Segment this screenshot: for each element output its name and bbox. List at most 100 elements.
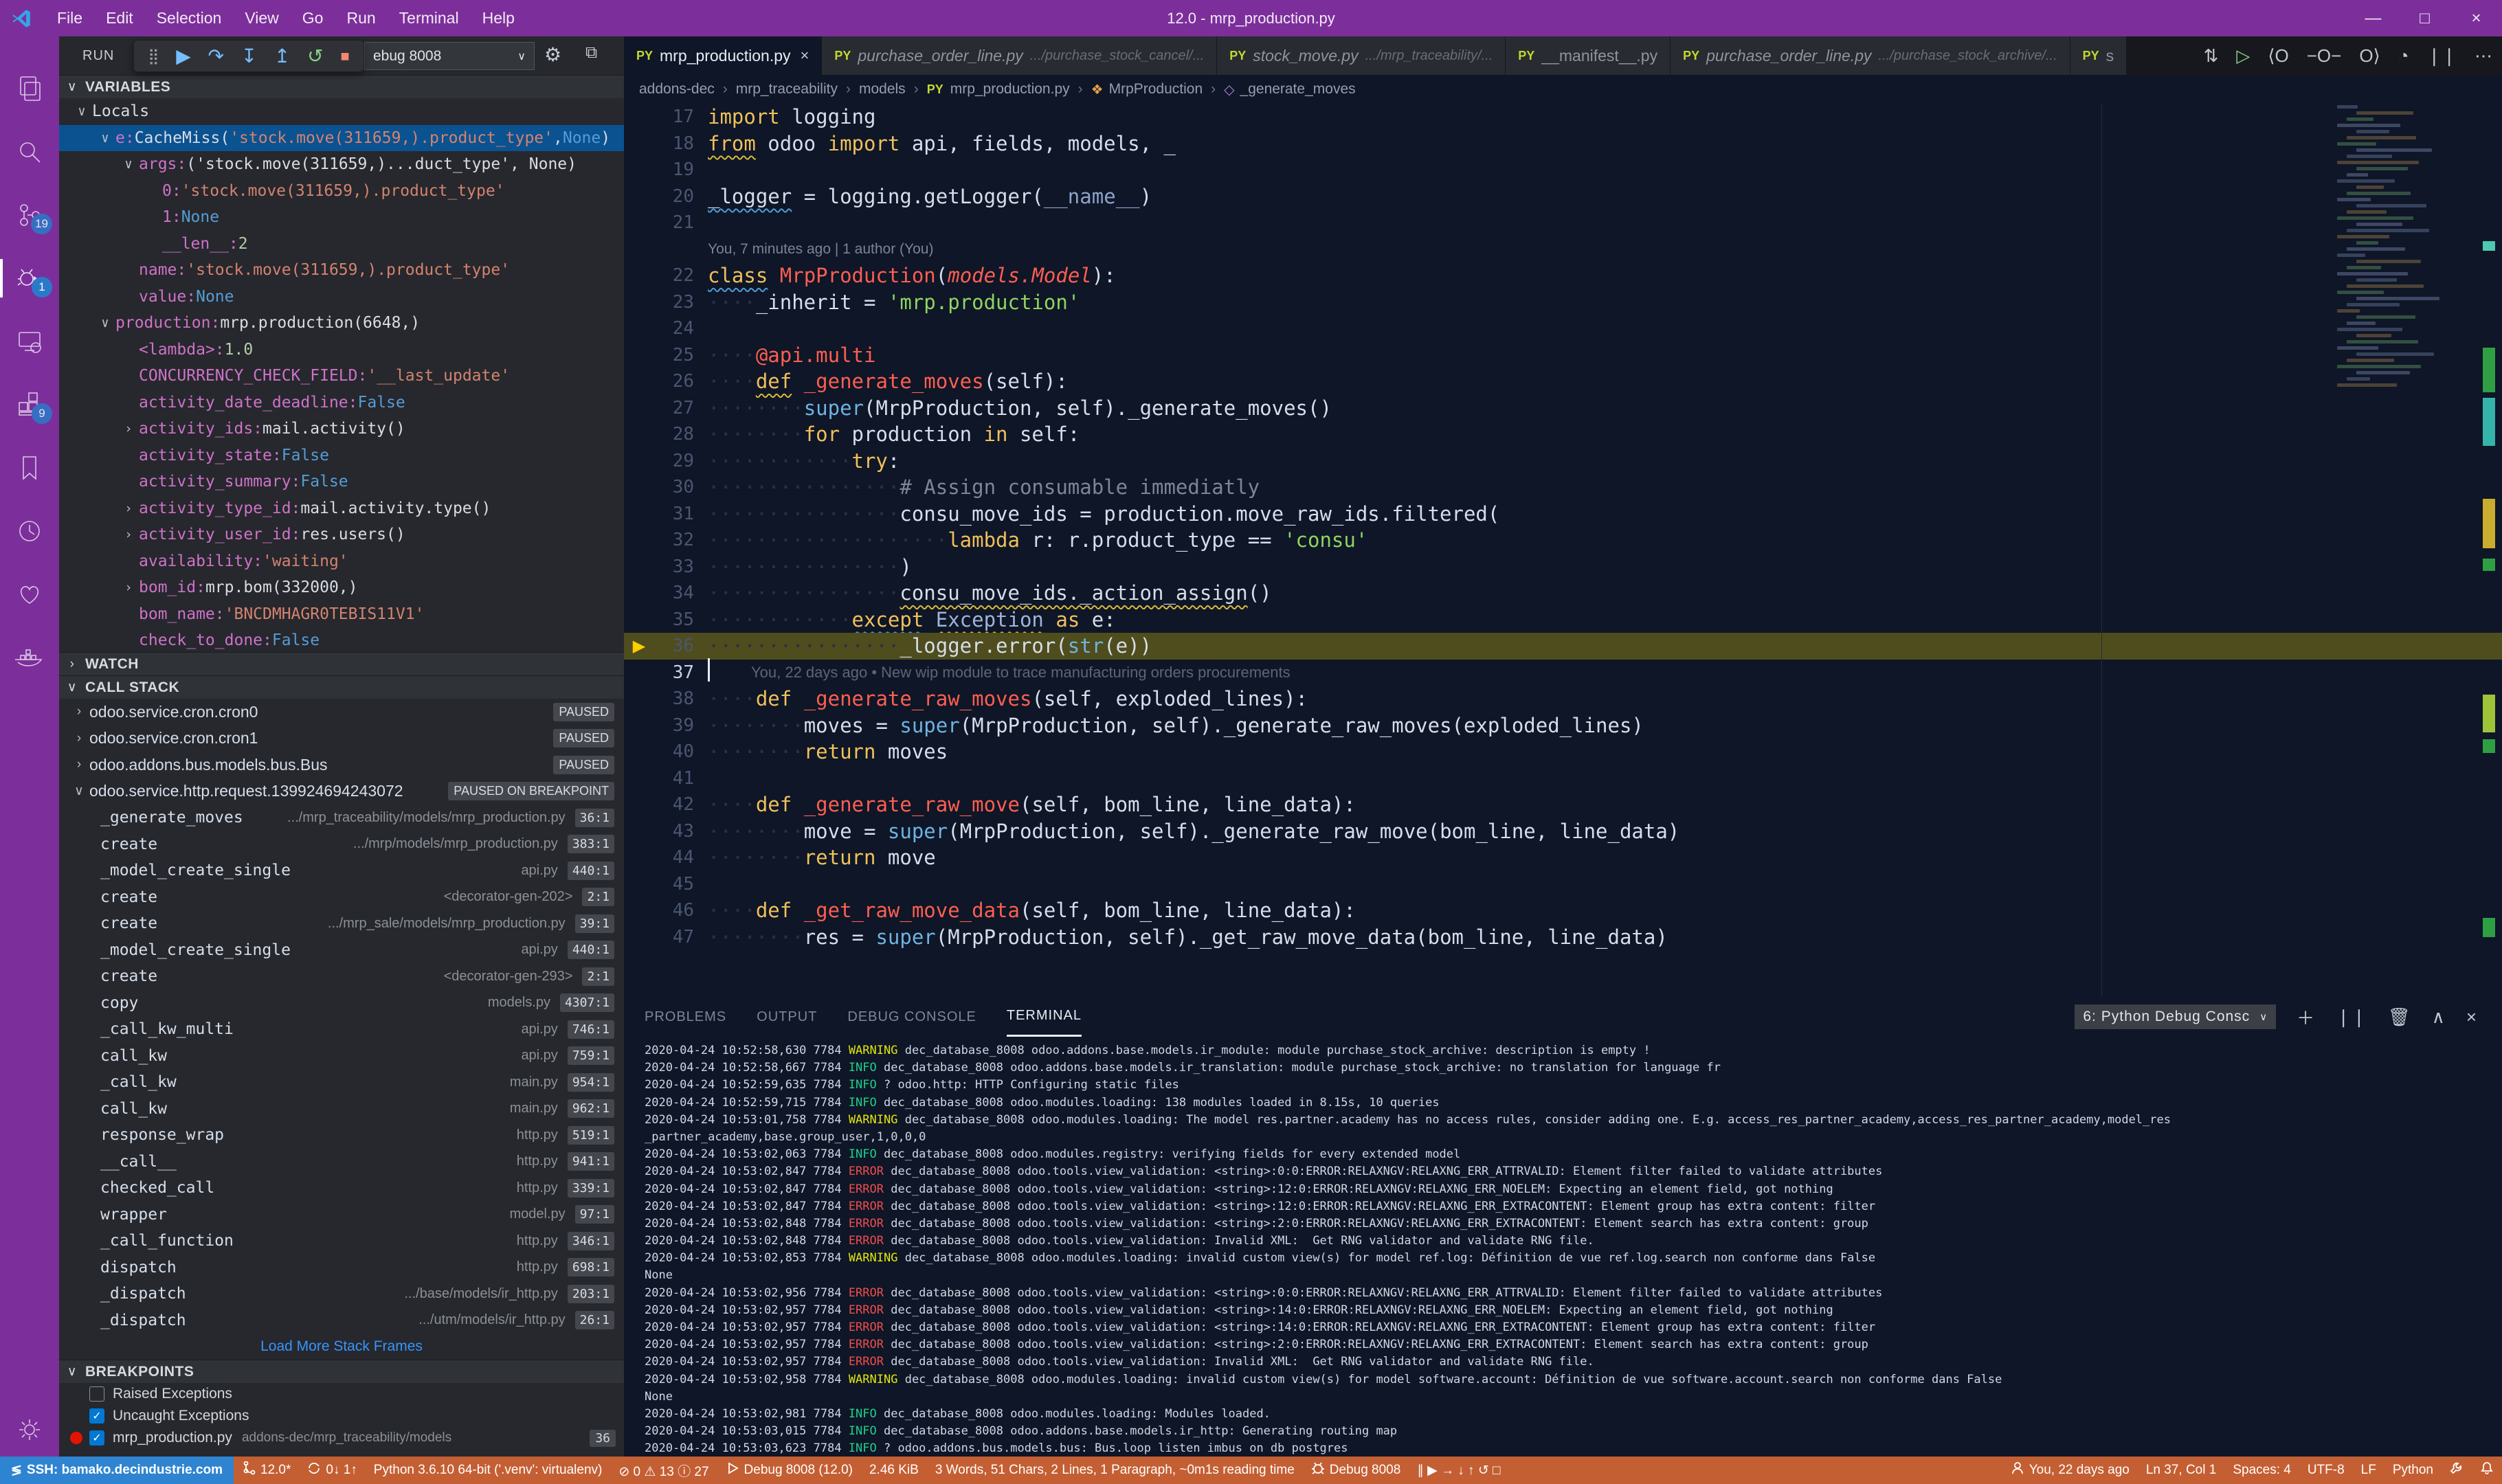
tab-s[interactable]: PYs bbox=[2070, 36, 2127, 75]
editor-gutter[interactable]: 41 bbox=[624, 765, 708, 792]
compare-icon[interactable]: ⇅ bbox=[2204, 45, 2219, 67]
run-debug-icon[interactable]: 1 bbox=[0, 252, 59, 304]
current-line-arrow-icon[interactable]: ▶ bbox=[624, 636, 654, 656]
feedback-item[interactable] bbox=[2442, 1457, 2472, 1484]
variable-row[interactable]: __len__: 2 bbox=[59, 231, 624, 258]
editor-gutter[interactable]: 28 bbox=[624, 421, 708, 448]
breadcrumb-item[interactable]: mrp_traceability bbox=[736, 81, 838, 98]
variable-row[interactable]: bom_name: 'BNCDMHAGR0TEBIS11V1' bbox=[59, 601, 624, 628]
editor-gutter[interactable]: 17 bbox=[624, 104, 708, 131]
indentation-item[interactable]: Spaces: 4 bbox=[2224, 1457, 2299, 1484]
code-line[interactable]: 44········return move bbox=[624, 844, 2502, 871]
code-line[interactable]: 34················consu_move_ids._action… bbox=[624, 580, 2502, 607]
debug-settings-gear-icon[interactable]: ⚙ bbox=[544, 43, 561, 66]
open-debug-view-icon[interactable]: ⧉ bbox=[585, 43, 597, 63]
more-actions-icon[interactable]: ⋯ bbox=[2475, 45, 2492, 67]
code-line[interactable]: 33················) bbox=[624, 554, 2502, 581]
editor-gutter[interactable]: 33 bbox=[624, 554, 708, 581]
stack-frame-row[interactable]: __call__http.py941:1 bbox=[59, 1149, 624, 1176]
codelens-annotation[interactable]: You, 7 minutes ago | 1 author (You) bbox=[624, 236, 2502, 263]
code-line[interactable]: 25····@api.multi bbox=[624, 342, 2502, 369]
variable-row[interactable]: activity_state: False bbox=[59, 442, 624, 469]
python-interpreter-item[interactable]: Python 3.6.10 64-bit ('.venv': virtualen… bbox=[366, 1457, 611, 1484]
extensions-icon[interactable]: 9 bbox=[0, 379, 59, 431]
step-over-icon[interactable]: ↷ bbox=[208, 45, 224, 67]
debug-controls-item[interactable]: ∥ ▶ → ↓ ↑ ↺ □ bbox=[1409, 1457, 1508, 1484]
panel-tab-problems[interactable]: PROBLEMS bbox=[645, 997, 726, 1037]
menu-view[interactable]: View bbox=[233, 9, 290, 27]
close-panel-icon[interactable]: × bbox=[2466, 1007, 2477, 1028]
debug-config-dropdown[interactable]: ebug 8008∨ bbox=[364, 42, 535, 70]
editor-gutter[interactable]: 37 bbox=[624, 660, 708, 686]
editor-gutter[interactable]: 23 bbox=[624, 289, 708, 316]
stack-frame-row[interactable]: copymodels.py4307:1 bbox=[59, 990, 624, 1017]
panel-tab-debug-console[interactable]: DEBUG CONSOLE bbox=[847, 997, 976, 1037]
breadcrumb[interactable]: addons-dec›mrp_traceability›models›PYmrp… bbox=[624, 75, 2502, 104]
editor-gutter[interactable]: ▶36 bbox=[624, 633, 708, 660]
stack-frame-row[interactable]: ∨odoo.service.http.request.1399246942430… bbox=[59, 778, 624, 805]
gear-icon[interactable] bbox=[0, 1404, 59, 1456]
doc-stats-item[interactable]: 3 Words, 51 Chars, 2 Lines, 1 Paragraph,… bbox=[927, 1457, 1303, 1484]
variable-row[interactable]: 0: 'stock.move(311659,).product_type' bbox=[59, 178, 624, 205]
breakpoints-section-header[interactable]: ∨BREAKPOINTS bbox=[59, 1360, 624, 1383]
drag-handle-icon[interactable]: ⣿ bbox=[148, 47, 159, 65]
breakpoint-row[interactable]: Raised Exceptions bbox=[59, 1383, 624, 1405]
stack-frame-row[interactable]: call_kwapi.py759:1 bbox=[59, 1043, 624, 1070]
stack-frame-row[interactable]: call_kwmain.py962:1 bbox=[59, 1096, 624, 1123]
code-line[interactable]: 21 bbox=[624, 210, 2502, 236]
code-line[interactable]: 35············except Exception as e: bbox=[624, 607, 2502, 633]
code-line[interactable]: 42····def _generate_raw_move(self, bom_l… bbox=[624, 791, 2502, 818]
variable-row[interactable]: name: 'stock.move(311659,).product_type' bbox=[59, 257, 624, 284]
editor-gutter[interactable]: 25 bbox=[624, 342, 708, 369]
explorer-icon[interactable] bbox=[0, 63, 59, 115]
code-line[interactable]: 27········super(MrpProduction, self)._ge… bbox=[624, 395, 2502, 422]
panel-tab-output[interactable]: OUTPUT bbox=[757, 997, 817, 1037]
tab--manifest-py[interactable]: PY__manifest__.py bbox=[1506, 36, 1671, 75]
variable-row[interactable]: activity_summary: False bbox=[59, 469, 624, 495]
tab-purchase-order-line-py[interactable]: PYpurchase_order_line.py.../purchase_sto… bbox=[822, 36, 1217, 75]
minimize-icon[interactable]: — bbox=[2347, 0, 2399, 36]
stack-frame-row[interactable]: _generate_moves.../mrp_traceability/mode… bbox=[59, 805, 624, 831]
editor-gutter[interactable]: 34 bbox=[624, 580, 708, 607]
editor-gutter[interactable]: 45 bbox=[624, 871, 708, 898]
variable-row[interactable]: ∨args: ('stock.move(311659,)...duct_type… bbox=[59, 151, 624, 178]
breadcrumb-item[interactable]: models bbox=[859, 81, 906, 98]
breadcrumb-item[interactable]: PYmrp_production.py bbox=[927, 81, 1070, 98]
breakpoint-row[interactable]: ✓Uncaught Exceptions bbox=[59, 1405, 624, 1427]
stack-frame-row[interactable]: _dispatch.../base/models/ir_http.py203:1 bbox=[59, 1281, 624, 1307]
breadcrumb-item[interactable]: addons-dec bbox=[639, 81, 715, 98]
breakpoint-row[interactable]: ✓mrp_production.pyaddons-dec/mrp_traceab… bbox=[59, 1427, 624, 1449]
editor-gutter[interactable]: 27 bbox=[624, 395, 708, 422]
bookmark-icon[interactable] bbox=[0, 442, 59, 494]
editor-gutter[interactable]: 35 bbox=[624, 607, 708, 633]
nav-back-icon[interactable]: ⟨Ο bbox=[2268, 45, 2288, 67]
tab-mrp-production-py[interactable]: PYmrp_production.py× bbox=[624, 36, 822, 75]
eol-item[interactable]: LF bbox=[2353, 1457, 2384, 1484]
editor-gutter[interactable]: 20 bbox=[624, 183, 708, 210]
breakpoint-checkbox[interactable] bbox=[89, 1386, 104, 1402]
editor-gutter[interactable]: 32 bbox=[624, 527, 708, 554]
editor-gutter[interactable]: 42 bbox=[624, 791, 708, 818]
code-line[interactable]: 30················# Assign consumable im… bbox=[624, 474, 2502, 501]
editor-gutter[interactable]: 39 bbox=[624, 712, 708, 739]
variable-row[interactable]: ›bom_id: mrp.bom(332000,) bbox=[59, 574, 624, 601]
code-line[interactable]: 18from odoo import api, fields, models, … bbox=[624, 131, 2502, 157]
breadcrumb-item[interactable]: ❖MrpProduction bbox=[1091, 81, 1203, 98]
cursor-position-item[interactable]: Ln 37, Col 1 bbox=[2138, 1457, 2224, 1484]
callstack-section-header[interactable]: ∨CALL STACK bbox=[59, 675, 624, 699]
panel-tab-terminal[interactable]: TERMINAL bbox=[1007, 997, 1082, 1037]
maximize-icon[interactable]: □ bbox=[2399, 0, 2450, 36]
remote-indicator[interactable]: ≶ SSH: bamako.decindustrie.com bbox=[0, 1457, 234, 1484]
editor-gutter[interactable]: 43 bbox=[624, 818, 708, 845]
variable-row[interactable]: <lambda>: 1.0 bbox=[59, 337, 624, 363]
terminal-output[interactable]: 2020-04-24 10:52:58,630 7784 WARNING dec… bbox=[645, 1044, 2481, 1457]
encoding-item[interactable]: UTF-8 bbox=[2299, 1457, 2353, 1484]
minimap[interactable] bbox=[2337, 105, 2447, 394]
stack-frame-row[interactable]: create<decorator-gen-202>2:1 bbox=[59, 884, 624, 911]
breadcrumb-item[interactable]: ◇_generate_moves bbox=[1224, 81, 1356, 98]
code-line[interactable]: 19 bbox=[624, 157, 2502, 183]
variable-row[interactable]: check_to_done: False bbox=[59, 627, 624, 652]
nav-circle-icon[interactable]: −Ο− bbox=[2307, 45, 2342, 67]
variable-row[interactable]: value: None bbox=[59, 284, 624, 311]
variable-row[interactable]: ›activity_type_id: mail.activity.type() bbox=[59, 495, 624, 522]
